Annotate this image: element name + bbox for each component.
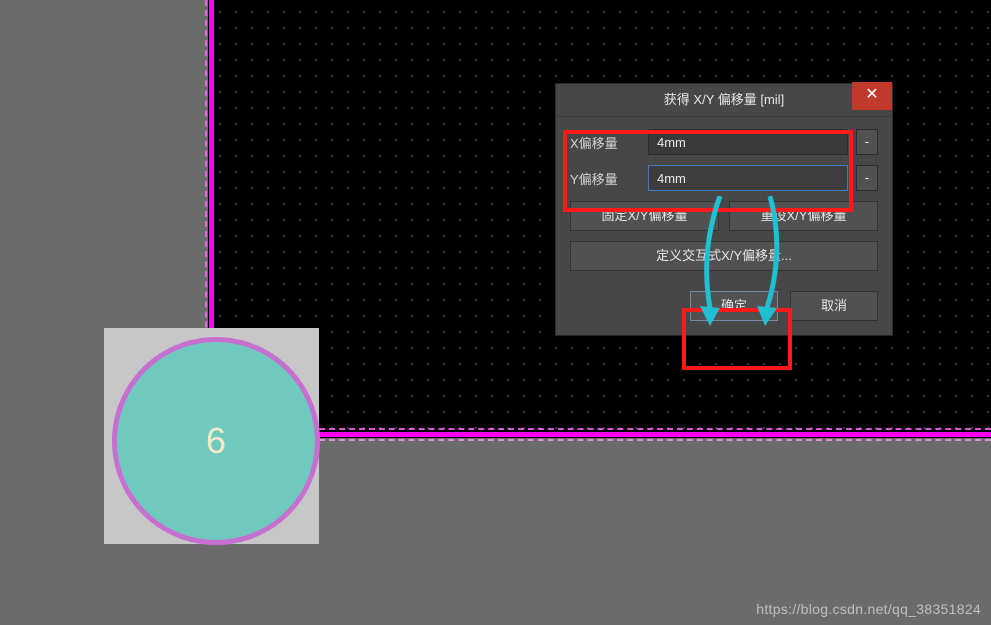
define-interactive-offset-button[interactable]: 定义交互式X/Y偏移量... [570, 241, 878, 271]
board-outline-horizontal-dashed-lower [319, 439, 991, 441]
close-icon: ✕ [865, 86, 878, 103]
y-offset-row: Y偏移量 - [570, 165, 878, 191]
x-offset-input[interactable] [648, 129, 848, 155]
component-pad[interactable]: 6 [112, 337, 320, 545]
offset-dialog: 获得 X/Y 偏移量 [mil] ✕ X偏移量 - Y偏移量 - 固定X/Y偏移… [555, 83, 893, 336]
component-footprint[interactable]: 6 [104, 328, 319, 544]
x-offset-label: X偏移量 [570, 133, 648, 152]
y-offset-negate-button[interactable]: - [856, 165, 878, 191]
board-outline-horizontal-dashed [210, 428, 991, 430]
fix-offset-button[interactable]: 固定X/Y偏移量 [570, 201, 719, 231]
dialog-title: 获得 X/Y 偏移量 [mil] [664, 84, 784, 116]
close-button[interactable]: ✕ [852, 82, 892, 110]
ok-button[interactable]: 确定 [690, 291, 778, 321]
y-offset-label: Y偏移量 [570, 169, 648, 188]
board-outline-horizontal [210, 432, 991, 437]
x-offset-negate-button[interactable]: - [856, 129, 878, 155]
watermark: https://blog.csdn.net/qq_38351824 [756, 601, 981, 617]
component-pad-label: 6 [117, 342, 315, 540]
y-offset-input[interactable] [648, 165, 848, 191]
reset-offset-button[interactable]: 重设X/Y偏移量 [729, 201, 878, 231]
dialog-titlebar[interactable]: 获得 X/Y 偏移量 [mil] ✕ [556, 84, 892, 117]
x-offset-row: X偏移量 - [570, 129, 878, 155]
cancel-button[interactable]: 取消 [790, 291, 878, 321]
